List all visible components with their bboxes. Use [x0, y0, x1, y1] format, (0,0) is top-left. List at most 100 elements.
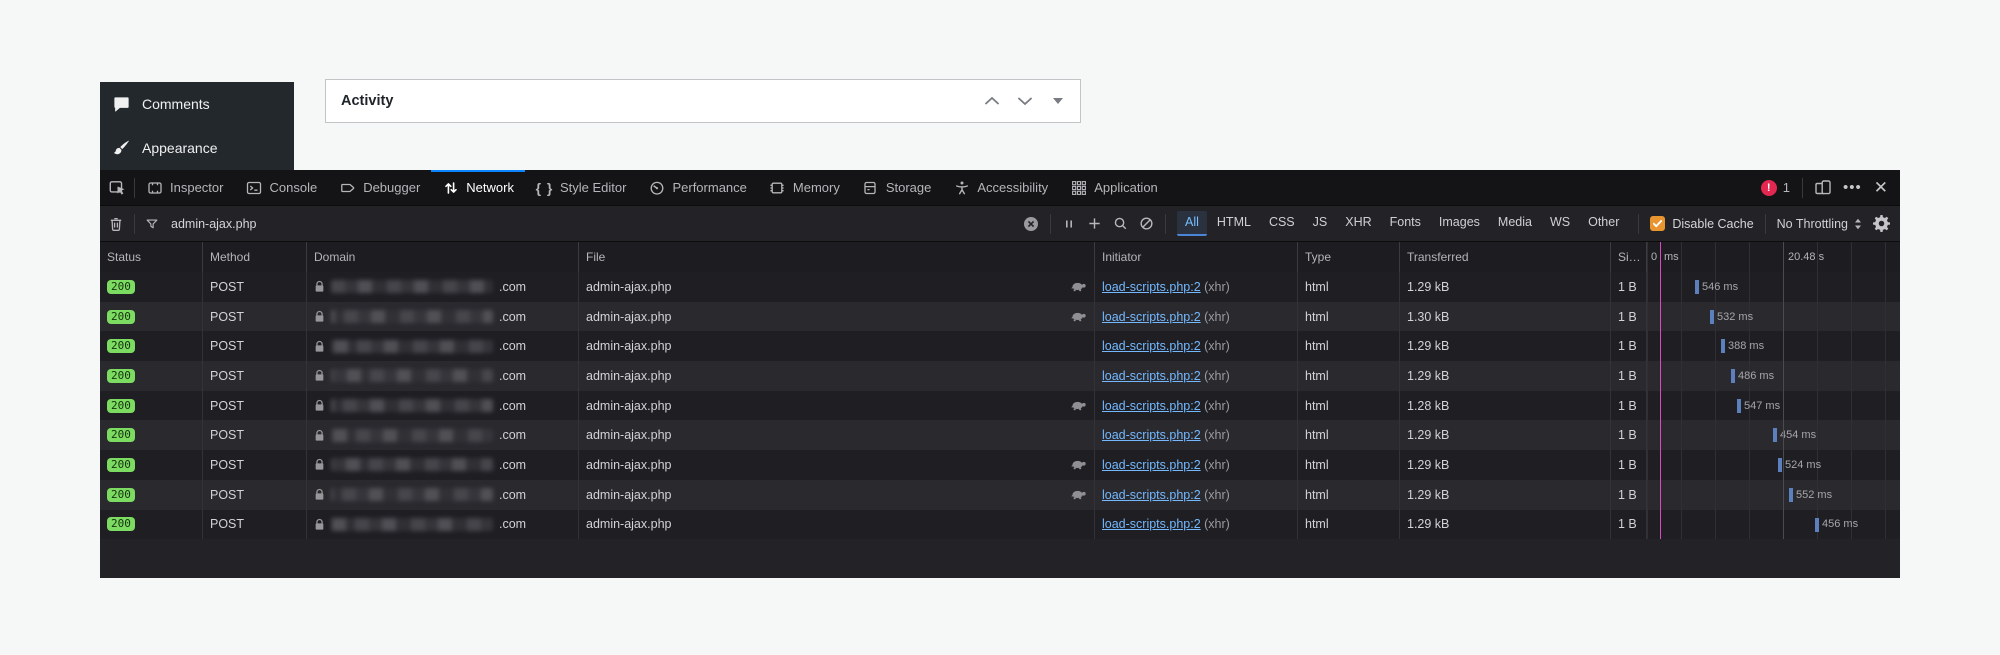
error-count-badge[interactable]: ! 1 [1761, 180, 1790, 196]
devtools-menu-icon[interactable]: ••• [1843, 179, 1862, 196]
tab-accessibility[interactable]: Accessibility [942, 170, 1059, 205]
tab-inspector[interactable]: Inspector [135, 170, 234, 205]
initiator-kind: (xhr) [1201, 517, 1230, 531]
initiator-link[interactable]: load-scripts.php:2 [1102, 458, 1201, 472]
redacted-domain [331, 340, 493, 353]
lock-icon [314, 488, 325, 501]
tab-console[interactable]: Console [234, 170, 328, 205]
column-header-si-[interactable]: Si… [1611, 242, 1647, 272]
filter-js[interactable]: JS [1305, 211, 1336, 236]
initiator-link[interactable]: load-scripts.php:2 [1102, 369, 1201, 383]
activity-panel-title: Activity [341, 93, 984, 109]
size-cell: 1 B [1611, 331, 1647, 361]
column-header-type[interactable]: Type [1298, 242, 1400, 272]
filter-images[interactable]: Images [1431, 211, 1488, 236]
move-up-button[interactable] [984, 93, 1000, 109]
clear-requests-icon[interactable] [108, 216, 124, 232]
column-header-status[interactable]: Status [100, 242, 203, 272]
domain-cell: .com [307, 302, 579, 332]
initiator-link[interactable]: load-scripts.php:2 [1102, 310, 1201, 324]
initiator-link[interactable]: load-scripts.php:2 [1102, 280, 1201, 294]
tab-memory[interactable]: Memory [758, 170, 851, 205]
column-header-transferred[interactable]: Transferred [1400, 242, 1611, 272]
pick-element-button[interactable] [100, 170, 134, 205]
request-row[interactable]: 200 POST .com admin-ajax.php load-script… [100, 450, 1900, 480]
throttling-select[interactable]: No Throttling [1777, 217, 1862, 231]
tab-label: Inspector [170, 180, 223, 195]
initiator-kind: (xhr) [1201, 339, 1230, 353]
request-row[interactable]: 200 POST .com admin-ajax.php load-script… [100, 391, 1900, 421]
request-row[interactable]: 200 POST .com admin-ajax.php load-script… [100, 331, 1900, 361]
divider [1802, 178, 1803, 198]
filter-icon [145, 217, 159, 231]
request-row[interactable]: 200 POST .com admin-ajax.php load-script… [100, 480, 1900, 510]
devtools-tabbar: Inspector Console Debugger Network { } S… [100, 170, 1900, 206]
redacted-domain [331, 369, 493, 382]
waterfall-bar [1737, 399, 1741, 413]
request-row[interactable]: 200 POST .com admin-ajax.php load-script… [100, 361, 1900, 391]
transferred-cell: 1.29 kB [1400, 331, 1611, 361]
method-cell: POST [203, 272, 307, 302]
domain-suffix: .com [499, 280, 526, 294]
clear-filter-icon[interactable] [1023, 216, 1039, 232]
tab-storage[interactable]: Storage [851, 170, 943, 205]
filter-xhr[interactable]: XHR [1337, 211, 1379, 236]
tab-performance[interactable]: Performance [637, 170, 757, 205]
initiator-link[interactable]: load-scripts.php:2 [1102, 488, 1201, 502]
initiator-kind: (xhr) [1201, 369, 1230, 383]
block-request-icon[interactable] [1139, 216, 1154, 231]
add-request-icon[interactable] [1087, 216, 1102, 231]
filter-html[interactable]: HTML [1209, 211, 1259, 236]
initiator-link[interactable]: load-scripts.php:2 [1102, 339, 1201, 353]
domain-cell: .com [307, 331, 579, 361]
sidebar-item-appearance[interactable]: Appearance [100, 126, 294, 170]
column-header-initiator[interactable]: Initiator [1095, 242, 1298, 272]
request-row[interactable]: 200 POST .com admin-ajax.php load-script… [100, 302, 1900, 332]
move-down-button[interactable] [1017, 93, 1033, 109]
filter-other[interactable]: Other [1580, 211, 1627, 236]
tab-label: Memory [793, 180, 840, 195]
responsive-design-mode-icon[interactable] [1815, 180, 1831, 196]
tab-label: Storage [886, 180, 932, 195]
filter-ws[interactable]: WS [1542, 211, 1578, 236]
initiator-kind: (xhr) [1201, 458, 1230, 472]
sidebar-item-label: Appearance [142, 140, 218, 156]
filter-media[interactable]: Media [1490, 211, 1540, 236]
column-header-domain[interactable]: Domain [307, 242, 579, 272]
toggle-panel-button[interactable] [1050, 93, 1066, 109]
type-cell: html [1298, 361, 1400, 391]
waterfall-time: 454 ms [1780, 429, 1816, 441]
tab-debugger[interactable]: Debugger [328, 170, 431, 205]
disable-cache-checkbox[interactable]: Disable Cache [1650, 216, 1753, 231]
tab-application[interactable]: Application [1059, 170, 1169, 205]
search-icon[interactable] [1113, 216, 1128, 231]
type-cell: html [1298, 302, 1400, 332]
request-row[interactable]: 200 POST .com admin-ajax.php load-script… [100, 510, 1900, 540]
network-settings-gear-icon[interactable] [1873, 215, 1890, 232]
tab-network[interactable]: Network [431, 170, 525, 205]
initiator-cell: load-scripts.php:2 (xhr) [1095, 361, 1298, 391]
tab-style-editor[interactable]: { } Style Editor [525, 170, 637, 205]
initiator-link[interactable]: load-scripts.php:2 [1102, 399, 1201, 413]
column-header-waterfall[interactable]: 0 ms 20.48 s [1647, 242, 1900, 272]
filter-all[interactable]: All [1177, 211, 1207, 236]
method-cell: POST [203, 391, 307, 421]
close-devtools-icon[interactable]: ✕ [1874, 178, 1888, 198]
devtools-panel: Inspector Console Debugger Network { } S… [100, 170, 1900, 578]
comments-icon [111, 94, 131, 114]
storage-icon [862, 180, 879, 196]
slow-turtle-icon [1070, 489, 1087, 500]
transferred-cell: 1.28 kB [1400, 391, 1611, 421]
request-row[interactable]: 200 POST .com admin-ajax.php load-script… [100, 272, 1900, 302]
request-row[interactable]: 200 POST .com admin-ajax.php load-script… [100, 420, 1900, 450]
filter-css[interactable]: CSS [1261, 211, 1303, 236]
initiator-link[interactable]: load-scripts.php:2 [1102, 428, 1201, 442]
initiator-link[interactable]: load-scripts.php:2 [1102, 517, 1201, 531]
filter-urls-input[interactable]: admin-ajax.php [171, 217, 256, 231]
status-badge: 200 [107, 428, 135, 442]
column-header-method[interactable]: Method [203, 242, 307, 272]
filter-fonts[interactable]: Fonts [1382, 211, 1429, 236]
column-header-file[interactable]: File [579, 242, 1095, 272]
pause-traffic-icon[interactable] [1062, 217, 1076, 231]
sidebar-item-comments[interactable]: Comments [100, 82, 294, 126]
